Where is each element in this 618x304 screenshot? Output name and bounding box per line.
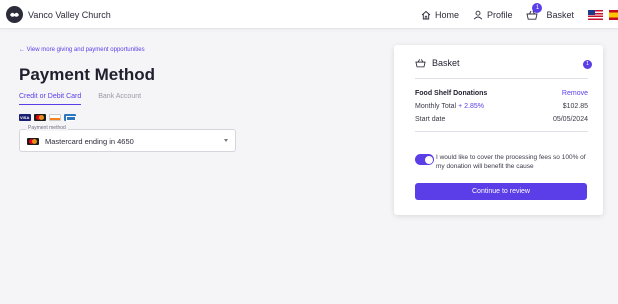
monthly-total-value: $102.85 bbox=[562, 103, 588, 110]
monthly-total-row: Monthly Total + 2.85% $102.85 bbox=[415, 103, 588, 110]
basket-icon bbox=[415, 59, 426, 68]
spain-flag-icon[interactable] bbox=[609, 9, 618, 20]
profile-icon bbox=[473, 10, 483, 20]
cover-fees-text: I would like to cover the processing fee… bbox=[436, 154, 586, 170]
basket-count-badge: 1 bbox=[532, 2, 543, 13]
start-date-label: Start date bbox=[415, 116, 446, 123]
payment-type-tabs: Credit or Debit Card Bank Account bbox=[19, 93, 141, 105]
mastercard-icon bbox=[27, 138, 39, 145]
payment-method-text: Mastercard ending in 4650 bbox=[45, 137, 134, 146]
basket-divider bbox=[415, 131, 588, 132]
amex-icon bbox=[64, 114, 76, 121]
basket-icon-wrap: 1 bbox=[526, 2, 543, 20]
nav-basket[interactable]: 1 Basket bbox=[526, 2, 574, 20]
cover-fees-toggle[interactable] bbox=[415, 154, 434, 165]
page-title: Payment Method bbox=[19, 65, 156, 84]
basket-divider bbox=[415, 78, 588, 79]
mastercard-icon bbox=[34, 114, 46, 121]
tab-credit-debit-card[interactable]: Credit or Debit Card bbox=[19, 93, 82, 105]
us-flag-icon[interactable] bbox=[588, 9, 603, 20]
basket-header: Basket bbox=[415, 58, 460, 68]
visa-icon bbox=[19, 114, 31, 121]
remove-item-link[interactable]: Remove bbox=[562, 90, 588, 97]
processing-fee-rate: + 2.85% bbox=[458, 103, 484, 110]
main-nav: Home Profile 1 Basket bbox=[421, 0, 618, 29]
church-logo-icon bbox=[6, 6, 23, 23]
payment-method-select[interactable]: Payment method Mastercard ending in 4650 bbox=[19, 125, 236, 152]
basket-panel: Basket 1 Food Shelf Donations Remove Mon… bbox=[394, 45, 603, 215]
monthly-total-label-group: Monthly Total + 2.85% bbox=[415, 103, 484, 110]
basket-title: Basket bbox=[432, 58, 460, 68]
back-to-giving-link[interactable]: ← View more giving and payment opportuni… bbox=[19, 47, 145, 53]
nav-home-label: Home bbox=[434, 9, 459, 20]
nav-home[interactable]: Home bbox=[421, 10, 459, 20]
start-date-value: 05/05/2024 bbox=[552, 116, 588, 123]
home-icon bbox=[421, 10, 431, 19]
start-date-row: Start date 05/05/2024 bbox=[415, 116, 588, 123]
nav-profile-label: Profile bbox=[486, 9, 513, 20]
basket-count-badge: 1 bbox=[583, 60, 592, 69]
basket-item-name: Food Shelf Donations bbox=[415, 90, 488, 97]
basket-item-row: Food Shelf Donations Remove bbox=[415, 90, 588, 97]
discover-icon bbox=[49, 114, 61, 121]
brand[interactable]: Vanco Valley Church bbox=[6, 6, 111, 23]
payment-method-value: Mastercard ending in 4650 bbox=[27, 137, 134, 146]
accepted-cards bbox=[19, 114, 79, 121]
top-navigation-bar: Vanco Valley Church Home Profile 1 Baske… bbox=[0, 0, 618, 29]
tab-bank-account[interactable]: Bank Account bbox=[98, 93, 141, 105]
payment-method-label: Payment method bbox=[26, 125, 68, 131]
continue-to-review-button[interactable]: Continue to review bbox=[415, 183, 587, 200]
monthly-total-label: Monthly Total bbox=[415, 103, 457, 110]
nav-basket-label: Basket bbox=[546, 9, 574, 20]
nav-profile[interactable]: Profile bbox=[473, 9, 513, 20]
chevron-down-icon bbox=[224, 139, 228, 142]
brand-name: Vanco Valley Church bbox=[28, 9, 111, 20]
